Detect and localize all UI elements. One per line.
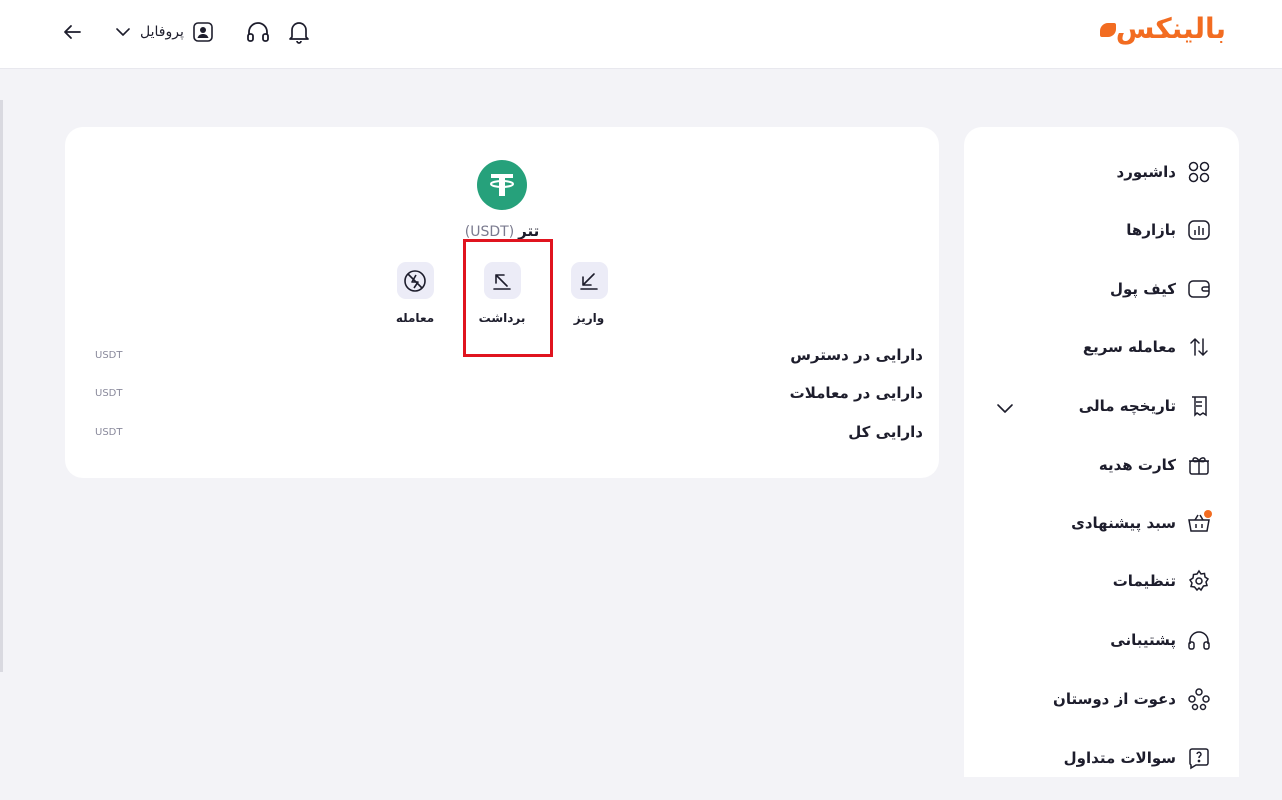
top-bar: بالینکس پروفایل xyxy=(0,0,1282,69)
gift-icon xyxy=(1186,452,1212,478)
deposit-arrow-icon xyxy=(580,272,598,290)
chevron-down-icon xyxy=(116,28,130,36)
balance-label: دارایی کل xyxy=(848,423,923,441)
receipt-icon xyxy=(1186,393,1212,419)
swap-icon xyxy=(1186,334,1212,360)
sidebar-item-financial-history[interactable]: تاریخچه مالی xyxy=(982,391,1212,421)
logo-text: بالینکس xyxy=(1115,12,1226,45)
balance-row-in-orders: USDT دارایی در معاملات xyxy=(95,381,923,405)
sidebar-item-label: پشتیبانی xyxy=(1110,631,1176,649)
sidebar-item-label: داشبورد xyxy=(1116,163,1176,181)
asset-name: تتر xyxy=(518,222,540,240)
deposit-label: واریز xyxy=(573,311,605,325)
balance-unit: USDT xyxy=(95,387,123,399)
sidebar-item-label: کارت هدیه xyxy=(1098,456,1176,474)
withdraw-highlight xyxy=(463,239,553,357)
sidebar-item-markets[interactable]: بازارها xyxy=(982,215,1212,245)
users-icon xyxy=(1186,686,1212,712)
balance-unit: USDT xyxy=(95,349,123,361)
asset-title: تتر(USDT) xyxy=(445,222,559,240)
deposit-icon-box xyxy=(570,262,608,299)
balance-row-available: USDT دارایی در دسترس xyxy=(95,343,923,367)
sidebar-item-label: سوالات متداول xyxy=(1063,749,1176,767)
asset-card: تتر(USDT) معامله برداشت واریز USDT دارای… xyxy=(65,127,939,478)
chevron-down-icon[interactable] xyxy=(994,397,1016,419)
sidebar-item-invite-friends[interactable]: دعوت از دوستان xyxy=(982,684,1212,714)
user-icon xyxy=(193,22,213,42)
sidebar-item-settings[interactable]: تنظیمات xyxy=(982,566,1212,596)
balance-label: دارایی در دسترس xyxy=(790,346,923,364)
logo-mark-icon xyxy=(1099,23,1116,37)
question-icon xyxy=(1186,745,1212,771)
scroll-edge xyxy=(0,100,3,672)
notification-dot xyxy=(1204,510,1212,518)
profile-label: پروفایل xyxy=(140,24,184,40)
logo[interactable]: بالینکس xyxy=(1096,12,1226,45)
tether-icon xyxy=(477,160,527,210)
sidebar-item-label: بازارها xyxy=(1126,221,1176,239)
sidebar-item-support[interactable]: پشتیبانی xyxy=(982,625,1212,655)
gear-icon xyxy=(1186,568,1212,594)
sidebar-item-faq[interactable]: سوالات متداول xyxy=(982,743,1212,773)
deposit-button[interactable]: واریز xyxy=(559,262,619,325)
sidebar-item-wallet[interactable]: کیف پول xyxy=(982,274,1212,304)
sidebar-item-dashboard[interactable]: داشبورد xyxy=(982,157,1212,187)
sidebar-item-label: معامله سریع xyxy=(1082,338,1176,356)
asset-symbol: (USDT) xyxy=(464,224,515,240)
headphones-icon[interactable] xyxy=(245,19,271,45)
sidebar-item-label: تاریخچه مالی xyxy=(1078,397,1176,415)
chart-icon xyxy=(1186,217,1212,243)
back-arrow-icon[interactable] xyxy=(60,20,84,44)
sidebar-item-label: تنظیمات xyxy=(1112,572,1176,590)
sidebar-item-label: دعوت از دوستان xyxy=(1053,690,1176,708)
grid-icon xyxy=(1186,159,1212,185)
bell-icon[interactable] xyxy=(286,19,312,45)
trade-button[interactable]: معامله xyxy=(385,262,445,325)
sidebar-item-quick-trade[interactable]: معامله سریع xyxy=(982,332,1212,362)
balance-row-total: USDT دارایی کل xyxy=(95,420,923,444)
sidebar-item-label: سبد پیشنهادی xyxy=(1071,514,1176,532)
sidebar: داشبورد بازارها کیف پول معامله سریع تاری… xyxy=(964,127,1239,777)
sidebar-item-suggested-basket[interactable]: سبد پیشنهادی xyxy=(982,508,1212,538)
trade-icon xyxy=(404,269,426,292)
balance-unit: USDT xyxy=(95,426,123,438)
balance-label: دارایی در معاملات xyxy=(789,384,923,402)
wallet-icon xyxy=(1186,276,1212,302)
basket-icon xyxy=(1186,510,1212,536)
headphones-icon xyxy=(1186,627,1212,653)
trade-icon-box xyxy=(396,262,434,299)
profile-menu[interactable]: پروفایل xyxy=(114,18,214,46)
trade-label: معامله xyxy=(395,311,435,325)
sidebar-item-gift-card[interactable]: کارت هدیه xyxy=(982,450,1212,480)
sidebar-item-label: کیف پول xyxy=(1110,280,1176,298)
